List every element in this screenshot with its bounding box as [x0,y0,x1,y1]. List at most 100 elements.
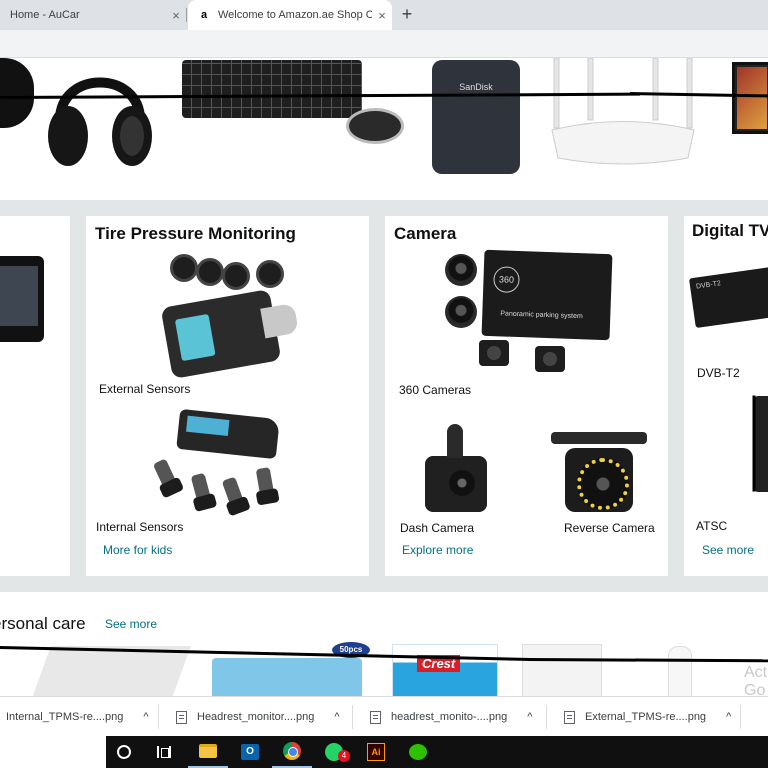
mouse-image [346,108,404,144]
item-label-atsc[interactable]: ATSC [696,519,727,533]
card-tire-pressure-monitoring[interactable]: Tire Pressure Monitoring External Sensor… [86,216,369,576]
360-logo: 360 [493,266,520,294]
item-label-reverse-camera[interactable]: Reverse Camera [564,521,655,535]
windows-activation-watermark: Act Go t [744,664,768,696]
browser-tab-strip: Home - AuCar × a Welcome to Amazon.ae Sh… [0,0,768,30]
whatsapp-button[interactable]: 4 [314,736,354,768]
illustrator-icon: Ai [367,743,385,761]
bottle-product-image[interactable] [668,646,692,696]
personal-care-section: ersonal care See more 50pcs Crest Act Go… [0,592,768,696]
divider [546,705,547,729]
section-title: ersonal care [0,614,86,633]
chevron-up-icon[interactable]: ^ [143,711,148,723]
download-item[interactable]: headrest_monito-....png ^ [370,697,532,737]
sensor-cap [170,254,198,282]
taskbar-search-area[interactable] [0,736,106,768]
sensor-cap [256,260,284,288]
receiver-label: DVB-T2 [695,280,722,291]
wifi-router-image [551,58,695,165]
box-text: Panoramic parking system [500,310,583,321]
crest-product-image[interactable]: Crest [392,644,498,696]
file-explorer-button[interactable] [188,736,228,768]
chrome-icon [283,742,301,760]
tissue-product-image[interactable] [29,646,191,696]
divider [740,705,741,729]
item-label-360-cameras[interactable]: 360 Cameras [399,383,471,397]
dvb-t2-receiver-image[interactable]: DVB-T2 [688,265,768,329]
mini-camera [479,340,509,366]
download-filename: Internal_TPMS-re....png [6,711,124,723]
tab-amazon[interactable]: a Welcome to Amazon.ae Shop Onli × [188,0,392,30]
reverse-camera-image[interactable] [551,432,647,512]
atsc-receiver-image[interactable] [754,396,768,492]
browser-toolbar [0,30,768,58]
divider [158,705,159,729]
chevron-up-icon[interactable]: ^ [334,711,339,723]
download-bar: Internal_TPMS-re....png ^ Headrest_monit… [0,696,768,736]
folder-icon [199,744,217,758]
see-more-link[interactable]: See more [105,617,157,631]
item-label-internal-sensors[interactable]: Internal Sensors [96,520,183,534]
boxed-product-image[interactable] [522,644,602,696]
cigarette-lighter-display [160,288,299,380]
download-item[interactable]: Headrest_monitor....png ^ [176,697,340,737]
close-icon[interactable]: × [372,8,392,23]
headphones-image [48,77,152,166]
chrome-button[interactable] [272,736,312,768]
tab-title: Home - AuCar [10,9,80,21]
chevron-up-icon[interactable]: ^ [527,711,532,723]
wechat-icon [409,744,427,760]
keyboard-image [182,60,362,118]
card-title: Tire Pressure Monitoring [95,224,296,243]
download-filename: Headrest_monitor....png [197,711,315,723]
item-label-external-sensors[interactable]: External Sensors [99,382,190,396]
headphones-partial-image [0,58,34,128]
close-icon[interactable]: × [166,8,186,23]
product-banner[interactable]: SanDisk [0,58,768,200]
valve-sensor [190,472,212,504]
cortana-button[interactable] [104,736,144,768]
sensor-cap [196,258,224,286]
mini-camera [535,346,565,372]
file-icon [564,710,575,724]
download-item[interactable]: Internal_TPMS-re....png ^ [0,697,149,737]
monitor-image [732,62,768,134]
more-for-kids-link[interactable]: More for kids [103,543,172,557]
see-more-link[interactable]: See more [702,543,754,557]
item-label-dash-camera[interactable]: Dash Camera [400,521,474,535]
outlook-icon: O [241,744,259,760]
pen-stroke [752,395,756,492]
tab-home-aucar[interactable]: Home - AuCar × [0,0,186,30]
download-filename: External_TPMS-re....png [585,711,707,723]
dash-camera-image[interactable] [425,424,487,512]
valve-sensor [255,466,275,498]
wechat-button[interactable] [398,736,438,768]
tab-title: Welcome to Amazon.ae Shop Onli [218,9,372,21]
card-title: Digital TV [692,221,768,240]
card-title: Camera [394,224,457,243]
dome-camera [445,254,477,286]
illustrator-button[interactable]: Ai [356,736,396,768]
outlook-button[interactable]: O [230,736,270,768]
tab-separator [186,8,187,22]
card-camera[interactable]: Camera 360 Panoramic parking system 360 … [385,216,668,576]
ssd-brand-label: SanDisk [459,82,493,92]
download-item[interactable]: External_TPMS-re....png ^ [564,697,731,737]
windows-taskbar: O 4 Ai [0,736,768,768]
file-icon [176,710,187,724]
new-tab-button[interactable]: + [396,4,418,26]
file-icon [370,710,381,724]
dashboard-display [176,408,280,460]
item-label-dvb-t2[interactable]: DVB-T2 [697,366,740,380]
headrest-monitor-image [0,256,44,342]
panoramic-control-box: 360 Panoramic parking system [481,249,613,341]
amazon-a-icon: a [200,9,208,21]
task-view-button[interactable] [144,736,184,768]
watermark-line: Act [744,664,768,681]
card-headrest-monitor[interactable] [0,216,70,576]
explore-more-link[interactable]: Explore more [402,543,473,557]
task-view-icon [157,746,171,758]
face-mask-product-image[interactable] [212,658,362,696]
chevron-up-icon[interactable]: ^ [726,711,731,723]
dome-camera [445,296,477,328]
